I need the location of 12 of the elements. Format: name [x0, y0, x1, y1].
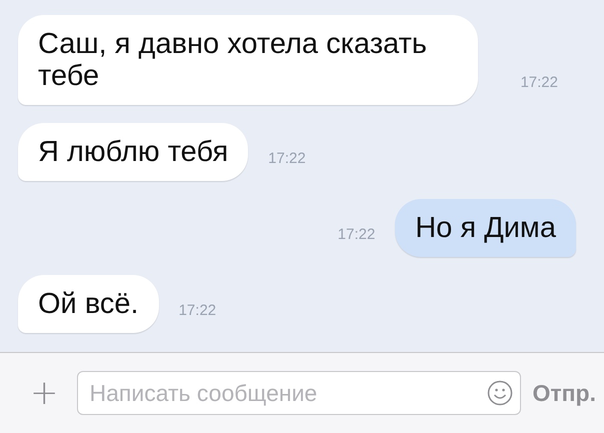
- sent-message-bubble: Но я Дима: [395, 199, 576, 257]
- send-button[interactable]: Отпр.: [532, 380, 596, 406]
- message-input[interactable]: Написать сообщение: [76, 371, 520, 415]
- received-message-bubble: Ой всё.: [18, 275, 159, 333]
- received-message-bubble: Саш, я давно хотела сказать тебе: [18, 15, 478, 105]
- add-button[interactable]: +: [24, 373, 64, 413]
- received-message-bubble: Я люблю тебя: [18, 123, 248, 181]
- message-time: 17:22: [520, 74, 558, 93]
- message-time: 17:22: [178, 302, 216, 321]
- smiley-icon[interactable]: [486, 380, 512, 406]
- message-time: 17:22: [338, 226, 376, 245]
- message-time: 17:22: [268, 150, 306, 169]
